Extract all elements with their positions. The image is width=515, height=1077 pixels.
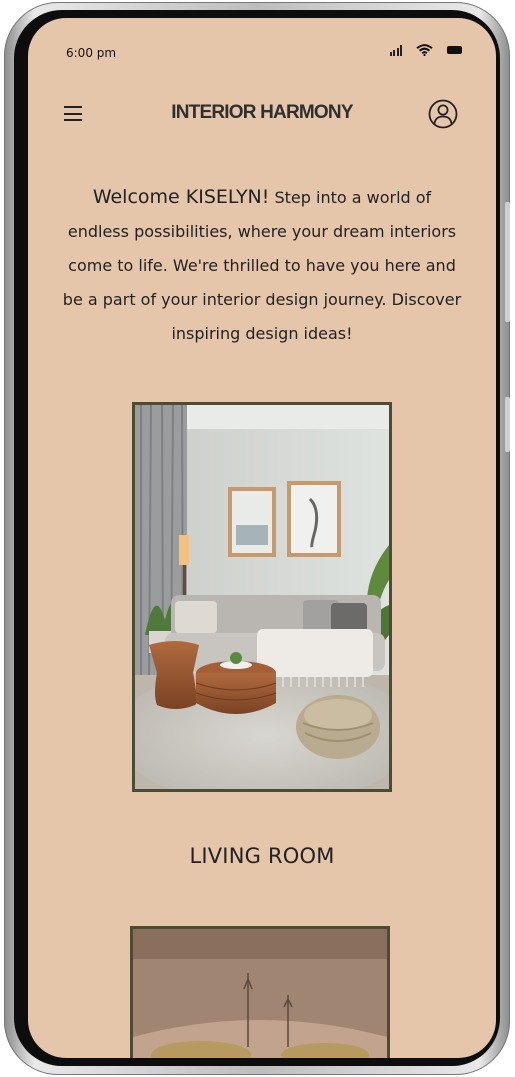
status-time: 6:00 pm [66,46,117,60]
app-header: INTERIOR HARMONY [28,98,496,132]
welcome-greeting: Welcome KISELYN! [92,186,270,208]
app-title: INTERIOR HARMONY [171,102,353,123]
second-room-image[interactable] [130,926,390,1058]
status-icons [389,44,462,56]
living-room-photo [135,405,389,789]
room-label[interactable]: LIVING ROOM [28,844,496,868]
status-bar: 6:00 pm [28,44,496,64]
living-room-image[interactable] [132,402,392,792]
power-button [505,397,510,452]
volume-button [505,202,510,322]
signal-icon [389,44,402,56]
wifi-icon [416,44,433,56]
welcome-text: Step into a world of endless possibiliti… [62,188,462,343]
second-room-photo [133,929,387,1058]
app-screen: 6:00 pm INTERIOR HARMONY Welcome KISELYN… [28,18,496,1058]
welcome-message: Welcome KISELYN! Step into a world of en… [60,180,464,351]
battery-icon [447,46,462,54]
user-profile-icon[interactable] [428,99,458,129]
phone-frame: 6:00 pm INTERIOR HARMONY Welcome KISELYN… [4,2,510,1075]
